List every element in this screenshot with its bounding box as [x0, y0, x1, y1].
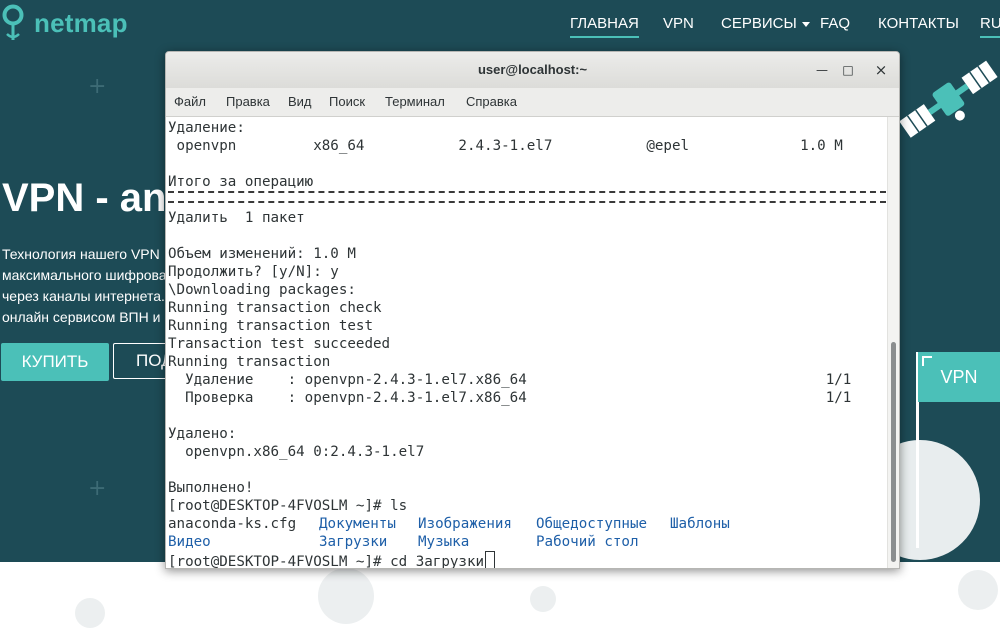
terminal-window[interactable]: user@localhost:~ — □ × Файл Правка Вид П…	[165, 51, 900, 569]
satellite-icon	[899, 60, 998, 138]
terminal-line: Удаление:	[168, 120, 245, 136]
nav-language[interactable]: RU	[980, 15, 1000, 38]
more-button[interactable]: ПОД	[113, 343, 173, 379]
window-title: user@localhost:~	[477, 62, 588, 77]
nav-faq[interactable]: FAQ	[820, 15, 850, 32]
decor-circle	[958, 570, 998, 610]
terminal-line: Объем изменений: 1.0 M	[168, 246, 356, 262]
maximize-button[interactable]: □	[840, 62, 856, 78]
hero-description: Технология нашего VPN максимального шифр…	[2, 244, 172, 328]
scrollbar-thumb[interactable]	[891, 342, 896, 562]
chevron-down-icon	[801, 21, 810, 27]
prompt-command: [root@DESKTOP-4FVOSLM ~]# cd Загрузки	[168, 554, 485, 568]
decor-plus-icon: +	[88, 74, 107, 99]
hero-line: онлайн сервисом ВПН и	[2, 309, 161, 325]
terminal-line: Проверка : openvpn-2.4.3-1.el7.x86_64 1/…	[168, 390, 852, 406]
ls-directory: Документы	[319, 516, 396, 532]
menu-edit[interactable]: Правка	[226, 94, 270, 109]
close-button[interactable]: ×	[873, 62, 889, 78]
prompt-line[interactable]: [root@DESKTOP-4FVOSLM ~]# cd Загрузки	[168, 551, 496, 568]
nav-services-label: СЕРВИСЫ	[721, 15, 797, 32]
decor-circle	[530, 586, 556, 612]
site-nav: ГЛАВНАЯ VPN СЕРВИСЫ FAQ КОНТАКТЫ RU	[0, 15, 1000, 39]
nav-home[interactable]: ГЛАВНАЯ	[570, 15, 639, 38]
flag-corner-mark	[922, 356, 932, 366]
hero-title: VPN - an	[2, 176, 167, 220]
menu-search[interactable]: Поиск	[329, 94, 365, 109]
ls-directory: Рабочий стол	[536, 534, 639, 550]
ls-file: anaconda-ks.cfg	[168, 516, 297, 532]
website-lower-section	[0, 562, 1000, 630]
ls-directory: Музыка	[418, 534, 470, 550]
ls-directory: Шаблоны	[670, 516, 730, 532]
menu-help[interactable]: Справка	[466, 94, 517, 109]
decor-circle	[318, 568, 374, 624]
nav-vpn[interactable]: VPN	[663, 15, 694, 32]
minimize-button[interactable]: —	[814, 62, 830, 78]
decor-circle	[75, 598, 105, 628]
terminal-line: Удалено:	[168, 426, 237, 442]
nav-contacts[interactable]: КОНТАКТЫ	[878, 15, 959, 32]
menu-file[interactable]: Файл	[174, 94, 206, 109]
nav-services[interactable]: СЕРВИСЫ	[721, 15, 810, 32]
terminal-line: Transaction test succeeded	[168, 336, 391, 352]
terminal-line: openvpn.x86_64 0:2.4.3-1.el7	[168, 444, 425, 460]
terminal-line: Running transaction	[168, 354, 331, 370]
terminal-line: Удаление : openvpn-2.4.3-1.el7.x86_64 1/…	[168, 372, 852, 388]
hero-line: максимального шифрова	[2, 267, 167, 283]
ls-directory: Видео	[168, 534, 211, 550]
terminal-line: \Downloading packages:	[168, 282, 356, 298]
decor-plus-icon: +	[88, 476, 107, 501]
menu-terminal[interactable]: Терминал	[385, 94, 445, 109]
terminal-line: Продолжить? [y/N]: y	[168, 264, 339, 280]
ls-directory: Изображения	[418, 516, 512, 532]
terminal-output[interactable]: Удаление: openvpn x86_64 2.4.3-1.el7 @ep…	[166, 117, 887, 568]
hero-line: через каналы интернета.	[2, 288, 165, 304]
window-titlebar[interactable]: user@localhost:~ — □ ×	[166, 52, 899, 89]
terminal-line: Итого за операцию	[168, 174, 314, 190]
terminal-line: Running transaction check	[168, 300, 382, 316]
hero-line: Технология нашего VPN	[2, 246, 160, 262]
buy-button[interactable]: КУПИТЬ	[1, 343, 109, 381]
terminal-separator	[168, 191, 886, 203]
terminal-line: openvpn x86_64 2.4.3-1.el7 @epel 1.0 M	[168, 138, 843, 154]
menu-view[interactable]: Вид	[288, 94, 312, 109]
terminal-line: [root@DESKTOP-4FVOSLM ~]# ls	[168, 498, 408, 514]
terminal-menubar: Файл Правка Вид Поиск Терминал Справка	[166, 88, 899, 117]
terminal-line: Удалить 1 пакет	[168, 210, 305, 226]
terminal-scrollbar[interactable]	[887, 117, 899, 568]
ls-directory: Загрузки	[319, 534, 388, 550]
text-cursor	[485, 551, 496, 568]
terminal-line: Running transaction test	[168, 318, 373, 334]
terminal-line: Выполнено!	[168, 480, 254, 496]
ls-directory: Общедоступные	[536, 516, 648, 532]
